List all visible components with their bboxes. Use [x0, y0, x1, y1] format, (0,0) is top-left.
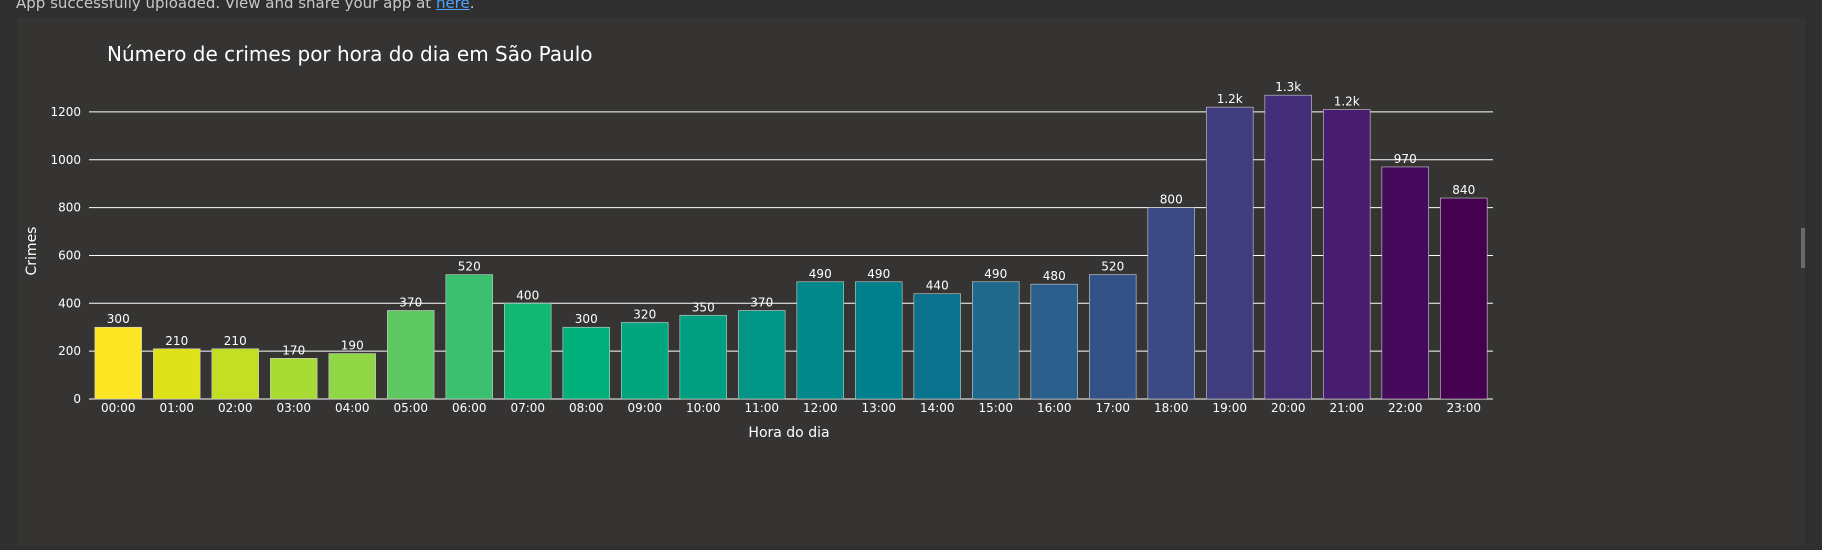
bar[interactable] — [796, 281, 844, 400]
bar[interactable] — [913, 293, 961, 400]
x-tick-label: 23:00 — [1446, 401, 1481, 415]
bar[interactable] — [504, 303, 552, 400]
bar-value-label: 170 — [282, 343, 305, 357]
bar-value-label: 1.3k — [1275, 80, 1301, 94]
x-tick-label: 08:00 — [569, 401, 604, 415]
x-tick-label: 10:00 — [686, 401, 721, 415]
x-tick-label: 06:00 — [452, 401, 487, 415]
x-tick-label: 05:00 — [393, 401, 428, 415]
x-tick-label: 13:00 — [861, 401, 896, 415]
chart-panel: Número de crimes por hora do dia em São … — [17, 18, 1805, 546]
x-tick-label: 14:00 — [920, 401, 955, 415]
bar-value-label: 300 — [107, 312, 130, 326]
bar[interactable] — [621, 322, 669, 400]
x-axis-title: Hora do dia — [748, 425, 829, 441]
bar[interactable] — [328, 353, 376, 400]
bar[interactable] — [211, 348, 259, 400]
bar-value-label: 320 — [633, 307, 656, 321]
bar-value-label: 300 — [575, 312, 598, 326]
x-tick-label: 02:00 — [218, 401, 253, 415]
bar[interactable] — [1147, 207, 1195, 400]
bar-value-label: 840 — [1452, 183, 1475, 197]
bar-value-label: 210 — [224, 334, 247, 348]
y-tick-label: 200 — [58, 344, 81, 358]
x-tick-label: 19:00 — [1212, 401, 1247, 415]
x-tick-label: 22:00 — [1388, 401, 1423, 415]
y-tick-label: 600 — [58, 248, 81, 262]
bar-value-label: 490 — [867, 267, 890, 281]
x-tick-label: 01:00 — [159, 401, 194, 415]
x-tick-label: 16:00 — [1037, 401, 1072, 415]
scrollbar-thumb[interactable] — [1801, 228, 1805, 268]
upload-banner-text: App successfully uploaded. View and shar… — [16, 0, 475, 12]
bar-value-label: 190 — [341, 339, 364, 353]
bar-value-label: 1.2k — [1334, 95, 1360, 109]
y-tick-label: 400 — [58, 296, 81, 310]
bar[interactable] — [270, 358, 318, 400]
y-tick-label: 0 — [73, 392, 81, 406]
bar-value-label: 370 — [399, 295, 422, 309]
bar-value-label: 520 — [458, 260, 481, 274]
x-tick-label: 00:00 — [101, 401, 136, 415]
bar[interactable] — [1323, 109, 1371, 400]
bar-value-label: 350 — [692, 300, 715, 314]
bar[interactable] — [679, 314, 727, 400]
bar[interactable] — [445, 274, 493, 400]
bar[interactable] — [94, 326, 142, 400]
bar-value-label: 970 — [1394, 152, 1417, 166]
upload-banner: App successfully uploaded. View and shar… — [0, 0, 1822, 18]
y-axis-title: Crimes — [24, 227, 40, 276]
bar[interactable] — [738, 310, 786, 400]
x-tick-label: 03:00 — [276, 401, 311, 415]
bar[interactable] — [1206, 106, 1254, 400]
bar-value-label: 490 — [809, 267, 832, 281]
bar-value-label: 400 — [516, 288, 539, 302]
bar[interactable] — [1440, 197, 1488, 400]
bar-value-label: 370 — [750, 295, 773, 309]
bar[interactable] — [1381, 166, 1429, 400]
bar[interactable] — [972, 281, 1020, 400]
y-tick-label: 1200 — [50, 105, 81, 119]
x-tick-label: 07:00 — [510, 401, 545, 415]
x-tick-label: 17:00 — [1095, 401, 1130, 415]
x-tick-label: 21:00 — [1329, 401, 1364, 415]
x-tick-label: 12:00 — [803, 401, 838, 415]
bar-value-label: 440 — [926, 279, 949, 293]
y-tick-label: 800 — [58, 201, 81, 215]
chart-title: Número de crimes por hora do dia em São … — [107, 42, 593, 66]
x-tick-label: 20:00 — [1271, 401, 1306, 415]
bar[interactable] — [1030, 283, 1078, 400]
bar[interactable] — [855, 281, 903, 400]
bar-value-label: 490 — [984, 267, 1007, 281]
upload-message: App successfully uploaded. View and shar… — [16, 0, 436, 12]
bar-value-label: 520 — [1101, 260, 1124, 274]
x-tick-label: 15:00 — [978, 401, 1013, 415]
bar-value-label: 480 — [1043, 269, 1066, 283]
bar[interactable] — [153, 348, 201, 400]
x-tick-label: 04:00 — [335, 401, 370, 415]
bar[interactable] — [562, 326, 610, 400]
upload-message-suffix: . — [469, 0, 475, 12]
x-tick-label: 11:00 — [744, 401, 779, 415]
app-link[interactable]: here — [436, 0, 470, 12]
y-tick-label: 1000 — [50, 153, 81, 167]
bar[interactable] — [387, 310, 435, 400]
x-tick-label: 09:00 — [627, 401, 662, 415]
bar-value-label: 1.2k — [1217, 92, 1243, 106]
bar-value-label: 800 — [1160, 193, 1183, 207]
bar[interactable] — [1089, 274, 1137, 400]
bar-value-label: 210 — [165, 334, 188, 348]
x-tick-label: 18:00 — [1154, 401, 1189, 415]
bar-chart: Número de crimes por hora do dia em São … — [24, 42, 1493, 441]
bar[interactable] — [1264, 94, 1312, 400]
